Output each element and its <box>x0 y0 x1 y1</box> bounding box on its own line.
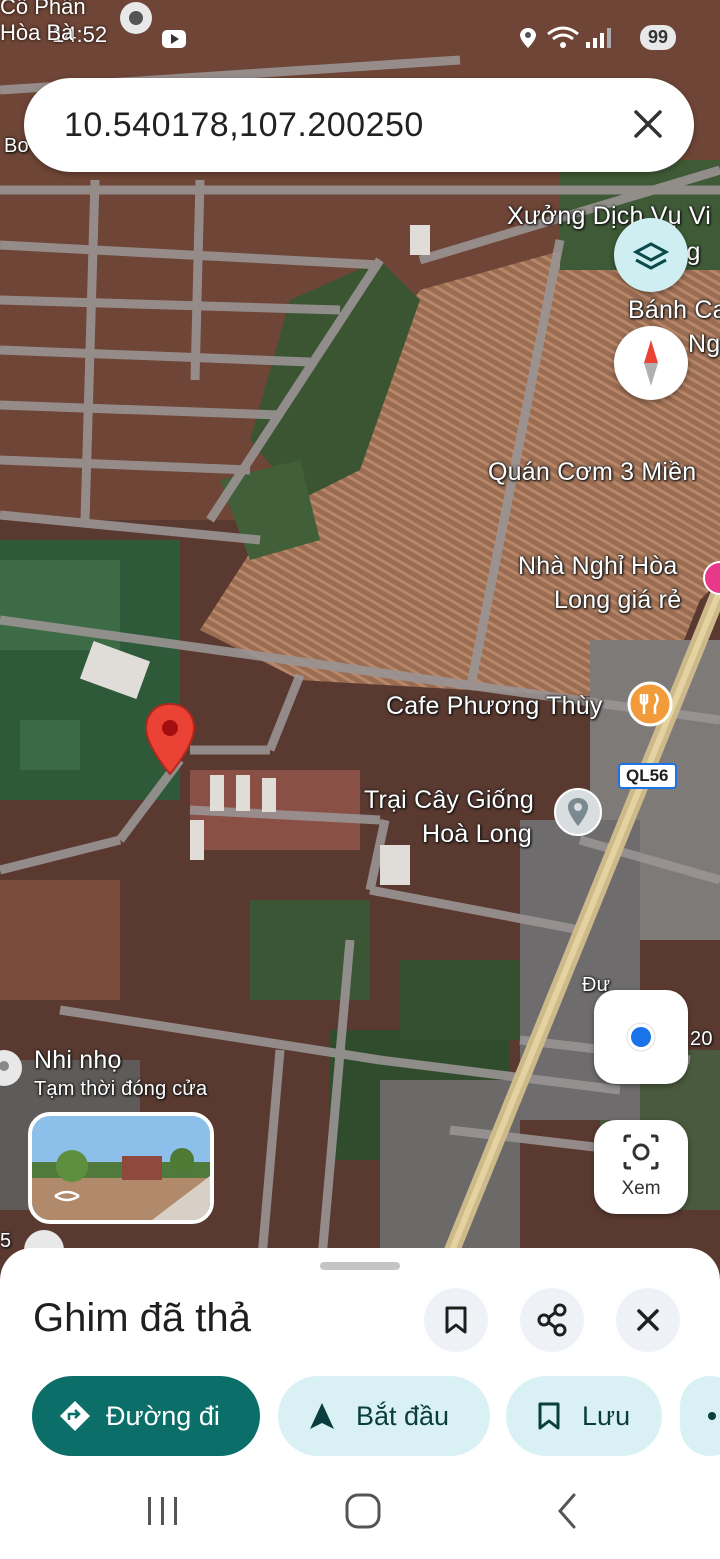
layers-button[interactable] <box>614 218 688 292</box>
layers-icon <box>632 242 670 270</box>
map-label-banh[interactable]: Bánh Ca <box>628 296 720 325</box>
directions-button[interactable]: Đường đi <box>32 1376 260 1456</box>
share-button[interactable] <box>520 1288 584 1352</box>
street-view-thumbnail[interactable] <box>28 1112 214 1224</box>
compass-button[interactable] <box>614 326 688 400</box>
youtube-icon <box>162 30 186 48</box>
map-label-trai[interactable]: Trại Cây Giống <box>364 786 534 815</box>
map-label-road-20: 20 <box>690 1028 713 1050</box>
map-label-nha-nghi[interactable]: Nhà Nghỉ Hòa <box>518 552 677 581</box>
map-label-edge-5: 5 <box>0 1230 12 1252</box>
bookmark-button[interactable] <box>424 1288 488 1352</box>
home-icon[interactable] <box>340 1485 386 1535</box>
bookmark-icon <box>445 1306 467 1334</box>
clear-search-icon[interactable] <box>630 106 666 142</box>
search-query[interactable]: 10.540178,107.200250 <box>64 106 424 145</box>
more-actions-button[interactable] <box>680 1376 720 1456</box>
wifi-icon <box>547 26 579 48</box>
search-bar[interactable]: 10.540178,107.200250 <box>24 78 694 172</box>
road-badge-ql56: QL56 <box>618 763 677 789</box>
battery-indicator: 99 <box>639 25 676 50</box>
closed-place-marker-icon[interactable] <box>0 1046 24 1090</box>
share-icon <box>537 1303 567 1337</box>
back-icon[interactable] <box>546 1485 586 1535</box>
status-bar: 14:52 99 Cổ Phần Hòa Bà <box>0 0 720 70</box>
save-bookmark-icon <box>538 1402 560 1430</box>
my-location-icon <box>626 1022 656 1052</box>
map-label-banh-2[interactable]: Ng <box>688 330 720 359</box>
close-sheet-button[interactable] <box>616 1288 680 1352</box>
start-label: Bắt đầu <box>356 1400 450 1431</box>
hotel-marker-icon[interactable] <box>702 560 720 600</box>
status-top-left-partial: Cổ Phần Hòa Bà <box>0 0 86 45</box>
signal-icon <box>586 28 611 48</box>
place-marker-icon[interactable] <box>552 786 604 842</box>
map-label-cafe[interactable]: Cafe Phương Thùy <box>386 692 603 721</box>
map-label-trai-2[interactable]: Hoà Long <box>422 820 532 849</box>
map-label-nhi-nho-status: Tạm thời đóng cửa <box>34 1078 208 1100</box>
directions-label: Đường đi <box>106 1400 220 1431</box>
map-label-nhi-nho[interactable]: Nhi nhọ <box>34 1046 122 1075</box>
map-label-quan-com[interactable]: Quán Cơm 3 Miền <box>488 458 696 487</box>
start-button[interactable]: Bắt đầu <box>278 1376 490 1456</box>
navigation-arrow-icon <box>310 1403 334 1429</box>
location-pin-icon <box>120 2 152 34</box>
map-label-nha-nghi-2[interactable]: Long giá rẻ <box>554 586 681 615</box>
recent-apps-icon[interactable] <box>144 1485 184 1535</box>
compass-needle-icon <box>644 340 658 386</box>
camera-lens-icon <box>623 1134 659 1170</box>
rotate-360-icon <box>54 1190 80 1202</box>
close-icon <box>637 1309 659 1331</box>
lens-button[interactable]: Xem <box>594 1120 688 1214</box>
location-status-icon <box>520 28 536 48</box>
directions-icon <box>60 1401 90 1431</box>
dropped-pin-icon[interactable] <box>140 700 200 780</box>
save-button[interactable]: Lưu <box>506 1376 662 1456</box>
place-title: Ghim đã thả <box>33 1296 251 1340</box>
lens-label: Xem <box>621 1178 661 1199</box>
my-location-button[interactable] <box>594 990 688 1084</box>
restaurant-marker-icon[interactable] <box>626 680 674 728</box>
map-view[interactable]: 14:52 99 Cổ Phần Hòa Bà Bo Xưởng Dịch Vụ… <box>0 0 720 1280</box>
share-partial-icon <box>708 1412 716 1420</box>
save-label: Lưu <box>582 1400 631 1431</box>
sheet-drag-handle[interactable] <box>320 1262 400 1270</box>
